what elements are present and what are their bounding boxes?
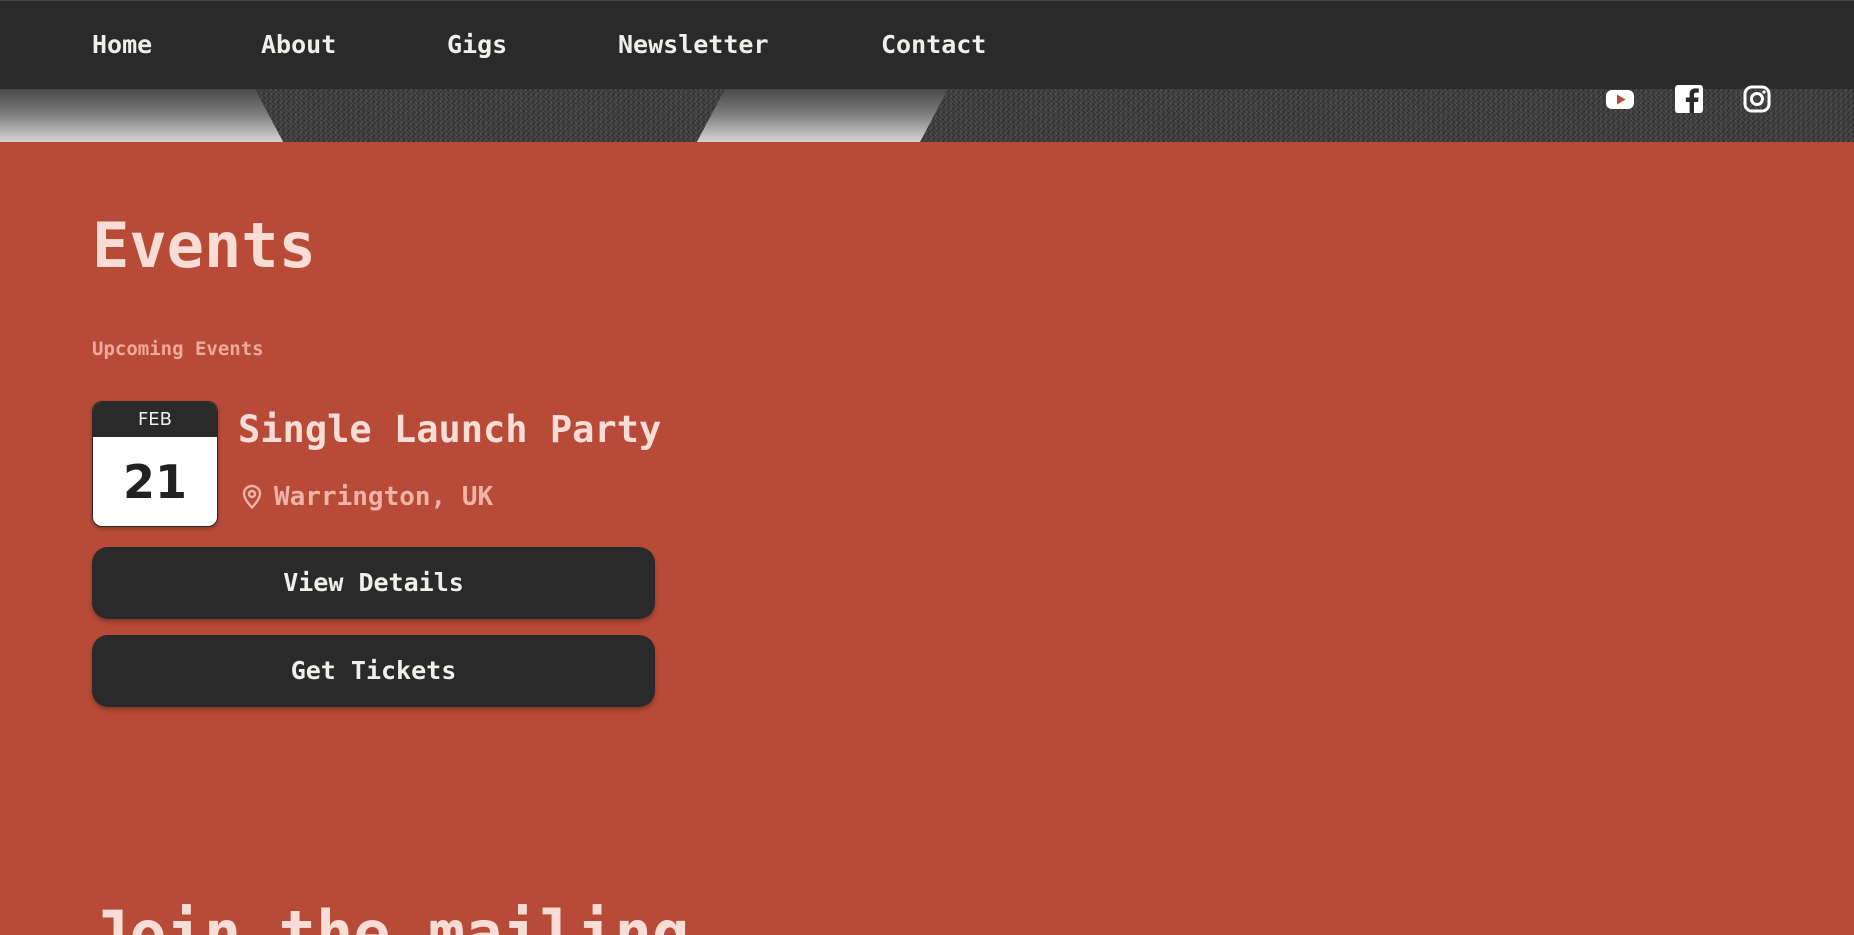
hero-texture [255, 89, 725, 142]
get-tickets-button[interactable]: Get Tickets [92, 635, 655, 707]
instagram-icon[interactable] [1742, 84, 1772, 114]
event-day: 21 [122, 455, 187, 509]
nav-links: Home About Gigs Newsletter Contact [92, 30, 986, 59]
upcoming-events-label: Upcoming Events [92, 338, 264, 360]
hero-image [0, 89, 1854, 142]
event-month: FEB [93, 402, 217, 437]
events-heading: Events [92, 209, 316, 282]
mailing-list-heading: Join the mailing [92, 897, 690, 935]
facebook-icon[interactable] [1674, 84, 1704, 114]
nav-link-gigs[interactable]: Gigs [447, 30, 618, 59]
nav-link-newsletter[interactable]: Newsletter [618, 30, 881, 59]
event-location: Warrington, UK [240, 482, 493, 512]
hero-texture [920, 89, 1854, 142]
nav-link-home[interactable]: Home [92, 30, 261, 59]
youtube-icon[interactable] [1605, 84, 1635, 114]
event-date-badge: FEB 21 [92, 401, 218, 527]
nav-link-about[interactable]: About [261, 30, 447, 59]
nav-link-contact[interactable]: Contact [881, 30, 986, 59]
event-title: Single Launch Party [238, 408, 662, 451]
event-location-text: Warrington, UK [274, 482, 494, 512]
hero-texture [1770, 89, 1854, 142]
top-navbar: Home About Gigs Newsletter Contact [0, 0, 1854, 89]
view-details-button[interactable]: View Details [92, 547, 655, 619]
location-pin-icon [240, 484, 264, 510]
